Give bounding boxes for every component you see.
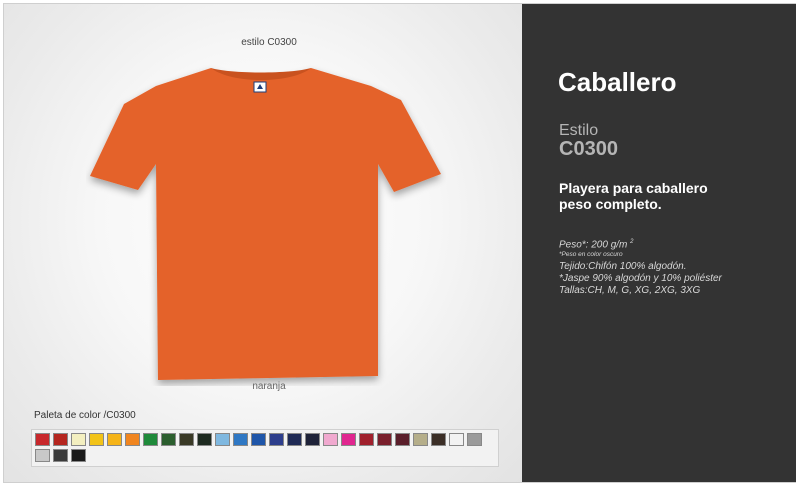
spec-weight-note: *Peso en color oscuro: [559, 251, 623, 259]
color-swatch[interactable]: [413, 433, 428, 446]
color-swatch[interactable]: [341, 433, 356, 446]
spec-sizes: Tallas:CH, M, G, XG, 2XG, 3XG: [559, 285, 701, 297]
description-line-1: Playera para caballero: [559, 180, 708, 196]
description-line-2: peso completo.: [559, 196, 662, 212]
page-title: Caballero: [558, 67, 677, 97]
style-code: C0300: [559, 138, 618, 160]
color-swatch[interactable]: [395, 433, 410, 446]
color-swatch[interactable]: [233, 433, 248, 446]
palette-label: Paleta de color /C0300: [34, 410, 136, 421]
color-swatch[interactable]: [305, 433, 320, 446]
color-swatch[interactable]: [287, 433, 302, 446]
color-swatch[interactable]: [251, 433, 266, 446]
color-swatch[interactable]: [71, 433, 86, 446]
color-swatch[interactable]: [377, 433, 392, 446]
color-palette: [31, 429, 499, 467]
spec-fabric: Tejido:Chifón 100% algodón.: [559, 261, 687, 273]
color-swatch[interactable]: [35, 433, 50, 446]
color-swatch[interactable]: [89, 433, 104, 446]
color-swatch[interactable]: [71, 449, 86, 462]
tshirt-illustration: [90, 68, 441, 380]
color-swatch[interactable]: [467, 433, 482, 446]
color-swatch[interactable]: [125, 433, 140, 446]
color-swatch[interactable]: [359, 433, 374, 446]
spec-weight: Peso*: 200 g/m 2: [559, 236, 789, 251]
color-swatch[interactable]: [35, 449, 50, 462]
color-swatch[interactable]: [107, 433, 122, 446]
selected-color-name: naranja: [252, 381, 286, 392]
spec-weight-sup: 2: [630, 239, 634, 245]
color-swatch[interactable]: [53, 449, 68, 462]
color-swatch[interactable]: [53, 433, 68, 446]
spec-weight-label: Peso*: 200 g/m: [559, 239, 628, 251]
product-description: Playera para caballero peso completo.: [559, 180, 779, 212]
style-label: estilo C0300: [241, 37, 297, 48]
color-swatch[interactable]: [197, 433, 212, 446]
product-info-panel: Caballero Estilo C0300 Playera para caba…: [522, 4, 796, 482]
color-swatch[interactable]: [179, 433, 194, 446]
color-swatch[interactable]: [431, 433, 446, 446]
product-image-panel: estilo C0300 naranja Paleta de color /C0…: [4, 4, 522, 482]
color-swatch[interactable]: [323, 433, 338, 446]
color-swatch[interactable]: [161, 433, 176, 446]
color-swatch[interactable]: [449, 433, 464, 446]
spec-jaspe: *Jaspe 90% algodón y 10% poliéster: [559, 273, 722, 285]
product-specs: Peso*: 200 g/m 2 *Peso en color oscuro T…: [559, 236, 789, 297]
tshirt-image: [86, 64, 446, 386]
color-swatch[interactable]: [143, 433, 158, 446]
color-swatch[interactable]: [215, 433, 230, 446]
color-swatch[interactable]: [269, 433, 284, 446]
